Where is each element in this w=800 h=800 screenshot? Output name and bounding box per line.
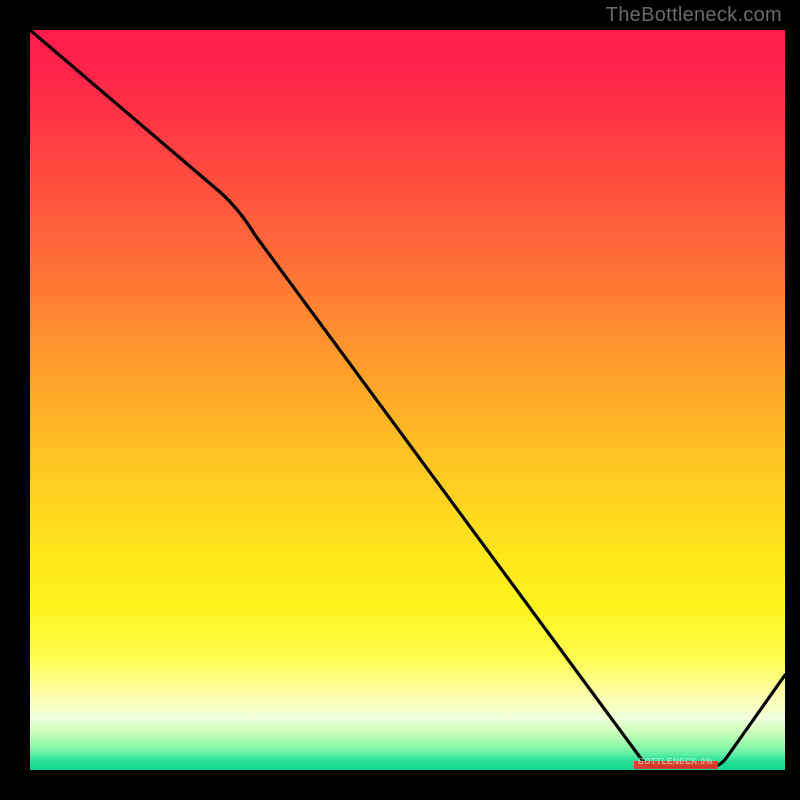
attribution-text: TheBottleneck.com xyxy=(606,4,782,27)
optimal-range-label: BOTTLENECK 0% xyxy=(638,757,713,766)
chart-line-svg xyxy=(30,30,785,770)
chart-plot-area: BOTTLENECK 0% xyxy=(30,30,785,770)
bottleneck-curve-path xyxy=(30,30,785,767)
